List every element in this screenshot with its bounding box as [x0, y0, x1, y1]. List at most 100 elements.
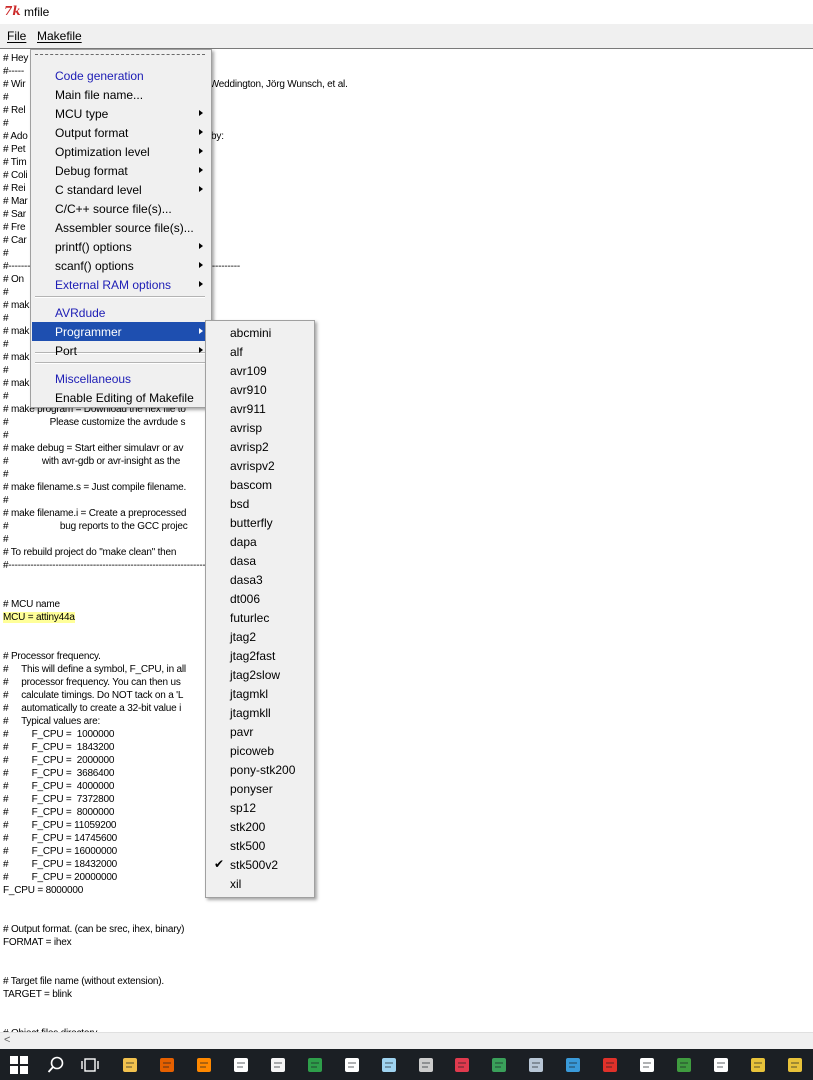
programmer-option-label: abcmini	[230, 326, 272, 340]
vlc-icon[interactable]	[195, 1056, 213, 1074]
document-icon[interactable]	[269, 1056, 287, 1074]
mail-icon[interactable]	[232, 1056, 250, 1074]
editor-line: # bug reports to the GCC projec	[3, 521, 188, 532]
programmer-option-pavr[interactable]: pavr	[207, 722, 313, 741]
cards-icon[interactable]	[343, 1056, 361, 1074]
editor-line: FORMAT = ihex	[3, 937, 72, 948]
editor-line: # Rel	[3, 105, 26, 116]
menu-item-debug-format[interactable]: Debug format	[32, 161, 210, 180]
programmer-option-avr109[interactable]: avr109	[207, 361, 313, 380]
submenu-arrow-icon	[199, 167, 203, 173]
menu-item-scanf-options[interactable]: scanf() options	[32, 256, 210, 275]
settings-gear-icon[interactable]	[638, 1056, 656, 1074]
editor-line: # Processor frequency.	[3, 651, 101, 662]
menu-item-label: printf() options	[55, 240, 132, 254]
editor-line: #	[3, 248, 9, 259]
programmer-option-avrispv2[interactable]: avrispv2	[207, 456, 313, 475]
menu-item-label: Optimization level	[55, 145, 150, 159]
firefox-icon[interactable]	[158, 1056, 176, 1074]
programmer-option-abcmini[interactable]: abcmini	[207, 323, 313, 342]
programmer-option-label: bascom	[230, 478, 273, 492]
taskbar	[0, 1049, 813, 1080]
programmer-option-label: dapa	[230, 535, 257, 549]
window-title: mfile	[24, 5, 50, 19]
network-icon[interactable]	[564, 1056, 582, 1074]
programmer-option-jtag2slow[interactable]: jtag2slow	[207, 665, 313, 684]
programmer-option-stk500[interactable]: stk500	[207, 836, 313, 855]
programmer-option-alf[interactable]: alf	[207, 342, 313, 361]
pdf-icon[interactable]	[601, 1056, 619, 1074]
programmer-option-xil[interactable]: xil	[207, 874, 313, 893]
programmer-option-futurlec[interactable]: futurlec	[207, 608, 313, 627]
app-red-icon[interactable]	[453, 1056, 471, 1074]
programmer-option-avrisp[interactable]: avrisp	[207, 418, 313, 437]
programmer-option-label: ponyser	[230, 782, 273, 796]
scroll-left-arrow[interactable]: <	[4, 1034, 10, 1046]
app-gray-icon[interactable]	[417, 1056, 435, 1074]
horizontal-scrollbar[interactable]: <	[0, 1032, 813, 1050]
menu-item-output-format[interactable]: Output format	[32, 123, 210, 142]
programmer-option-jtag2[interactable]: jtag2	[207, 627, 313, 646]
programmer-option-dt006[interactable]: dt006	[207, 589, 313, 608]
programmer-option-dapa[interactable]: dapa	[207, 532, 313, 551]
app-green-icon[interactable]	[306, 1056, 324, 1074]
paint-icon[interactable]	[749, 1056, 767, 1074]
programmer-option-jtagmkl[interactable]: jtagmkl	[207, 684, 313, 703]
notepad-icon[interactable]	[380, 1056, 398, 1074]
spreadsheet-icon[interactable]	[675, 1056, 693, 1074]
search-icon[interactable]	[47, 1056, 65, 1074]
programmer-option-pony-stk200[interactable]: pony-stk200	[207, 760, 313, 779]
tearoff-line[interactable]	[35, 54, 205, 55]
programmer-option-bsd[interactable]: bsd	[207, 494, 313, 513]
programmer-option-label: stk200	[230, 820, 266, 834]
programmer-option-avrisp2[interactable]: avrisp2	[207, 437, 313, 456]
menu-item-mcu-type[interactable]: MCU type	[32, 104, 210, 123]
programmer-option-label: jtag2slow	[230, 668, 281, 682]
menu-item-optimization-level[interactable]: Optimization level	[32, 142, 210, 161]
programmer-option-jtagmkll[interactable]: jtagmkll	[207, 703, 313, 722]
editor-line: # F_CPU = 4000000	[3, 781, 115, 792]
editor-line: # Hey	[3, 53, 29, 64]
programmer-option-jtag2fast[interactable]: jtag2fast	[207, 646, 313, 665]
programmer-option-stk200[interactable]: stk200	[207, 817, 313, 836]
programmer-option-dasa3[interactable]: dasa3	[207, 570, 313, 589]
programmer-option-avr910[interactable]: avr910	[207, 380, 313, 399]
menu-item-enable-editing-of-makefile[interactable]: Enable Editing of Makefile	[32, 388, 210, 407]
editor-line: # Fre	[3, 222, 26, 233]
programmer-option-butterfly[interactable]: butterfly	[207, 513, 313, 532]
file-explorer-icon[interactable]	[121, 1056, 139, 1074]
programmer-option-label: dasa3	[230, 573, 263, 587]
programmer-option-sp12[interactable]: sp12	[207, 798, 313, 817]
menu-separator	[35, 362, 205, 364]
editor-line: # Target file name (without extension).	[3, 976, 164, 987]
menu-file[interactable]: File	[7, 29, 26, 43]
programmer-option-avr911[interactable]: avr911	[207, 399, 313, 418]
menu-makefile[interactable]: Makefile	[37, 29, 82, 43]
programmer-option-stk500v2[interactable]: ✔ stk500v2	[207, 855, 313, 874]
menu-item-assembler-source-file-s[interactable]: Assembler source file(s)...	[32, 218, 210, 237]
store-icon[interactable]	[712, 1056, 730, 1074]
menu-item-c-c-source-file-s[interactable]: C/C++ source file(s)...	[32, 199, 210, 218]
programmer-option-dasa[interactable]: dasa	[207, 551, 313, 570]
menu-item-main-file-name[interactable]: Main file name...	[32, 85, 210, 104]
image-viewer-icon[interactable]	[527, 1056, 545, 1074]
menu-item-printf-options[interactable]: printf() options	[32, 237, 210, 256]
editor-line: #	[3, 495, 9, 506]
menu-header-code-generation: Code generation	[32, 66, 210, 85]
task-view-icon[interactable]	[81, 1056, 99, 1074]
programmer-option-bascom[interactable]: bascom	[207, 475, 313, 494]
menu-item-programmer[interactable]: Programmer	[32, 322, 210, 341]
menu-item-port[interactable]: Port	[32, 341, 210, 360]
programmer-option-ponyser[interactable]: ponyser	[207, 779, 313, 798]
menu-item-external-ram-options[interactable]: External RAM options	[32, 275, 210, 294]
menu-item-c-standard-level[interactable]: C standard level	[32, 180, 210, 199]
editor-line: #	[3, 313, 9, 324]
menu-item-label: C standard level	[55, 183, 142, 197]
tk-app-icon[interactable]	[786, 1056, 804, 1074]
programmer-option-picoweb[interactable]: picoweb	[207, 741, 313, 760]
editor-line: # mak	[3, 352, 30, 363]
editor-line: # mak	[3, 326, 30, 337]
menu-item-label: AVRdude	[55, 306, 106, 320]
app-globe-icon[interactable]	[490, 1056, 508, 1074]
windows-start-icon[interactable]	[10, 1056, 28, 1074]
